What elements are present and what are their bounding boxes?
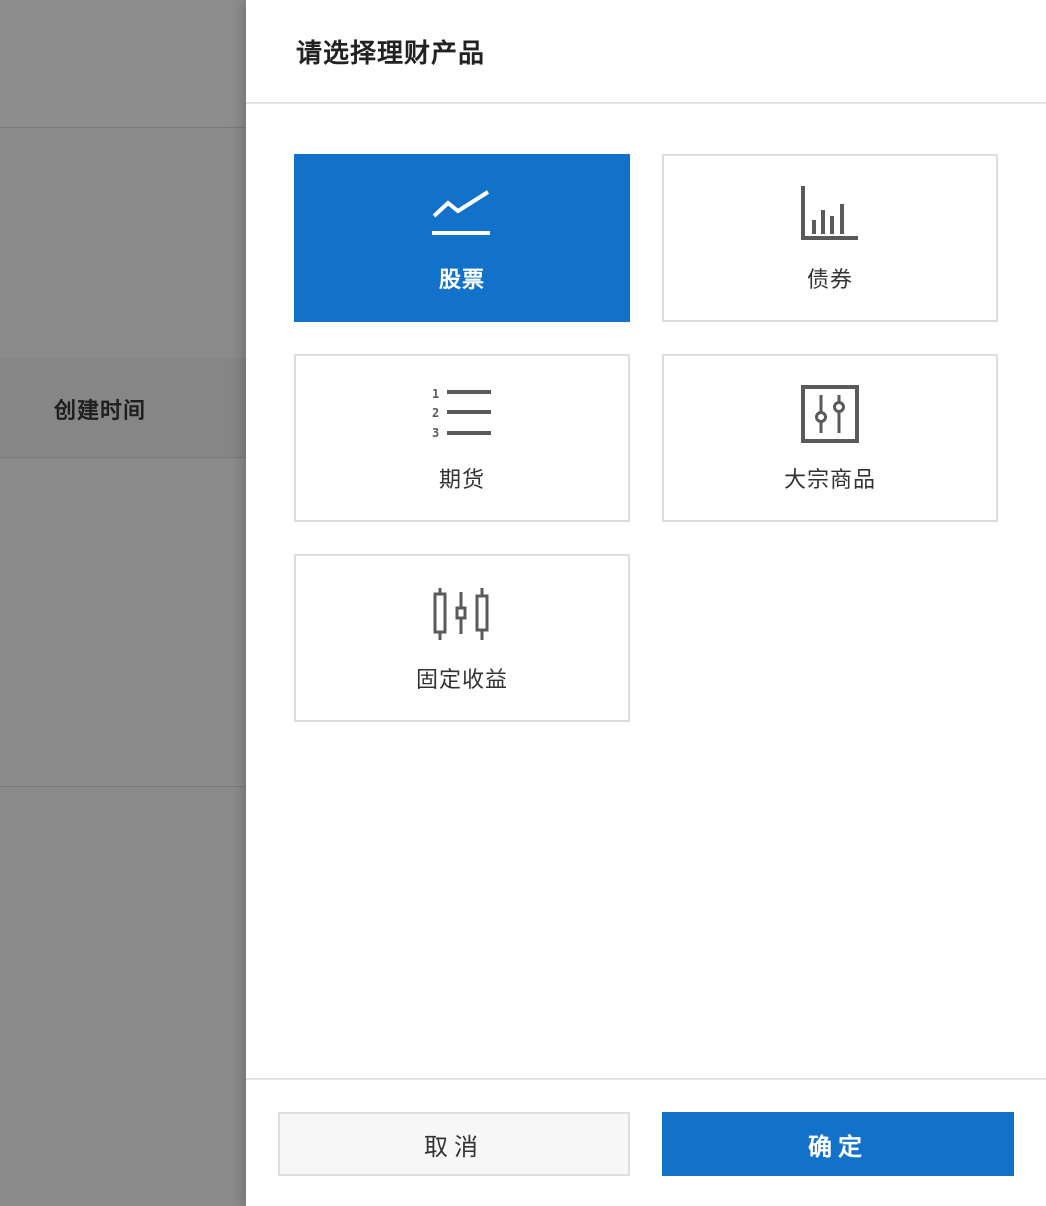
drawer-header: 请选择理财产品 bbox=[246, 0, 1046, 104]
svg-text:1: 1 bbox=[432, 387, 439, 401]
option-label: 大宗商品 bbox=[783, 468, 876, 493]
option-card-stocks[interactable]: 股票 bbox=[294, 154, 630, 322]
cancel-button[interactable]: 取消 bbox=[278, 1112, 630, 1176]
confirm-button[interactable]: 确定 bbox=[662, 1112, 1014, 1176]
svg-text:2: 2 bbox=[432, 406, 439, 420]
background-row bbox=[0, 787, 246, 1206]
candlestick-icon bbox=[430, 586, 494, 642]
option-label: 股票 bbox=[438, 268, 485, 293]
product-select-drawer: 请选择理财产品 股票 债券 1 2 3 期货 大宗商品 固定收益 取消 确定 bbox=[246, 0, 1046, 1206]
drawer-title: 请选择理财产品 bbox=[296, 39, 486, 69]
option-card-commodities[interactable]: 大宗商品 bbox=[662, 354, 998, 522]
option-label: 固定收益 bbox=[415, 668, 508, 693]
svg-text:3: 3 bbox=[432, 426, 439, 440]
background-row bbox=[0, 458, 246, 787]
background-row bbox=[0, 0, 246, 128]
option-label: 债券 bbox=[806, 268, 853, 293]
option-card-bonds[interactable]: 债券 bbox=[662, 154, 998, 322]
background-row bbox=[0, 128, 246, 358]
option-card-futures[interactable]: 1 2 3 期货 bbox=[294, 354, 630, 522]
bar-chart-icon bbox=[798, 186, 862, 242]
line-chart-icon bbox=[430, 186, 494, 242]
option-card-fixed-income[interactable]: 固定收益 bbox=[294, 554, 630, 722]
background-page: 创建时间 bbox=[0, 0, 246, 1206]
sliders-icon bbox=[798, 385, 862, 443]
background-column-label: 创建时间 bbox=[54, 399, 147, 424]
numbered-list-icon: 1 2 3 bbox=[430, 386, 494, 442]
drawer-footer: 取消 确定 bbox=[246, 1078, 1046, 1206]
option-label: 期货 bbox=[438, 468, 485, 493]
